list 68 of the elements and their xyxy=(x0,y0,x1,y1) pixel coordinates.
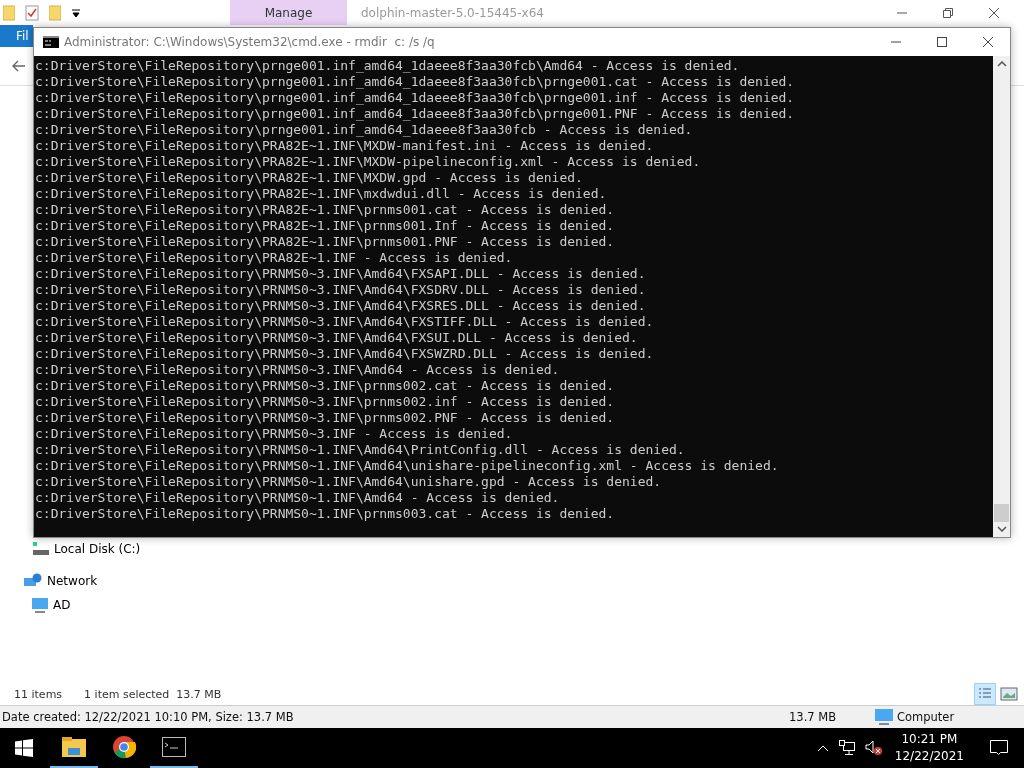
console-line: c:DriverStore\FileRepository\prnge001.inf_amd64_1daeee8f3aa30fcb\Amd64 - Access is denied. xyxy=(35,58,741,74)
scroll-up-icon[interactable] xyxy=(996,61,1007,67)
console-line: c:DriverStore\FileRepository\PRNMS0~3.INF - Access is denied. xyxy=(35,426,514,442)
start-icon[interactable] xyxy=(15,739,33,757)
restore-icon[interactable] xyxy=(942,6,954,19)
console-line: c:DriverStore\FileRepository\PRNMS0~1.INF\Amd64\PrintConfig.dll - Access is denied. xyxy=(35,442,686,458)
maximize-icon[interactable] xyxy=(936,36,948,48)
console-line: c:DriverStore\FileRepository\PRA82E~1.INF\mxdwdui.dll - Access is denied. xyxy=(35,186,608,202)
close-icon[interactable] xyxy=(982,36,994,48)
speaker-muted-icon[interactable] xyxy=(864,740,883,756)
nav-item[interactable]: Local Disk (C:) xyxy=(0,537,1024,561)
console-line: c:DriverStore\FileRepository\PRNMS0~3.INF\Amd64\FXSRES.DLL - Access is denied. xyxy=(35,298,647,314)
console-line: c:DriverStore\FileRepository\PRNMS0~3.INF\Amd64\FXSUI.DLL - Access is denied. xyxy=(35,330,639,346)
console-line: c:DriverStore\FileRepository\PRNMS0~3.INF\Amd64\FXSTIFF.DLL - Access is denied. xyxy=(35,314,655,330)
drive-icon xyxy=(33,542,49,556)
console-line: c:DriverStore\FileRepository\PRNMS0~3.INF\prnms002.PNF - Access is denied. xyxy=(35,410,616,426)
console-line: c:DriverStore\FileRepository\PRNMS0~1.INF\Amd64\unishare.gpd - Access is denied. xyxy=(35,474,663,490)
window-title: Administrator: C:\Windows\System32\cmd.exe - rmdir c: /s /q xyxy=(64,35,435,49)
item-count: 11 items xyxy=(14,687,63,701)
file-size: 13.7 MB xyxy=(789,710,838,724)
console-line: c:DriverStore\FileRepository\PRNMS0~1.INF\Amd64\unishare-pipelineconfig.xml - Access is denied. xyxy=(35,458,780,474)
window-title: dolphin-master-5.0-15445-x64 xyxy=(361,5,544,20)
computer-icon xyxy=(875,709,893,725)
manage-tab[interactable]: Manage xyxy=(230,0,347,25)
console-line: c:DriverStore\FileRepository\PRA82E~1.INF - Access is denied. xyxy=(35,250,514,266)
console-line: c:DriverStore\FileRepository\PRA82E~1.INF\MXDW.gpd - Access is denied. xyxy=(35,170,584,186)
dropdown-icon[interactable] xyxy=(71,7,81,18)
console-line: c:DriverStore\FileRepository\PRNMS0~3.INF\Amd64\FXSWZRD.DLL - Access is denied. xyxy=(35,346,655,362)
close-icon[interactable] xyxy=(988,6,1000,19)
scrollbar[interactable] xyxy=(993,56,1010,537)
console-line: c:DriverStore\FileRepository\prnge001.inf_amd64_1daeee8f3aa30fcb\prnge001.cat - Access is denied. xyxy=(35,74,796,90)
computer-icon xyxy=(32,597,48,613)
nav-item[interactable]: AD xyxy=(0,593,1024,617)
clock-time[interactable]: 10:21 PM xyxy=(901,731,958,748)
file-details: Date created: 12/22/2021 10:10 PM, Size: 13.7 MB xyxy=(1,710,295,724)
console-line: c:DriverStore\FileRepository\PRNMS0~3.INF\Amd64\FXSAPI.DLL - Access is denied. xyxy=(35,266,647,282)
browser-icon xyxy=(112,735,136,759)
zone-label: Computer xyxy=(897,710,955,724)
chevron-up-icon[interactable] xyxy=(816,744,829,752)
network-icon xyxy=(24,573,42,589)
large-icons-view-icon[interactable] xyxy=(1000,686,1018,702)
file-tab[interactable]: Fil xyxy=(0,25,33,47)
nav-item[interactable]: Network xyxy=(0,569,1024,593)
console-line: c:DriverStore\FileRepository\prnge001.inf_amd64_1daeee8f3aa30fcb\prnge001.inf - Access is denied. xyxy=(35,90,796,106)
console-line: c:DriverStore\FileRepository\PRA82E~1.INF\MXDW-pipelineconfig.xml - Access is denied. xyxy=(35,154,702,170)
console-line: c:DriverStore\FileRepository\prnge001.inf_amd64_1daeee8f3aa30fcb\prnge001.PNF - Access is denied. xyxy=(35,106,796,122)
console-line: c:DriverStore\FileRepository\PRA82E~1.INF\prnms001.Inf - Access is denied. xyxy=(35,218,616,234)
console-line: c:DriverStore\FileRepository\PRNMS0~3.INF\prnms002.cat - Access is denied. xyxy=(35,378,616,394)
console-icon xyxy=(43,36,59,48)
clock-date[interactable]: 12/22/2021 xyxy=(894,748,964,765)
back-arrow-icon[interactable] xyxy=(12,60,26,72)
notifications-icon[interactable] xyxy=(990,740,1008,756)
properties-icon[interactable] xyxy=(25,4,39,21)
console-icon xyxy=(162,737,186,757)
folder-icon xyxy=(62,737,86,757)
console-line: c:DriverStore\FileRepository\PRNMS0~3.INF\prnms002.inf - Access is denied. xyxy=(35,394,616,410)
scroll-down-icon[interactable] xyxy=(996,526,1007,532)
scroll-thumb[interactable] xyxy=(994,504,1009,522)
console-line: c:DriverStore\FileRepository\PRNMS0~3.INF\Amd64\FXSDRV.DLL - Access is denied. xyxy=(35,282,647,298)
console-line: c:DriverStore\FileRepository\prnge001.inf_amd64_1daeee8f3aa30fcb - Access is denied. xyxy=(35,122,694,138)
console-line: c:DriverStore\FileRepository\PRNMS0~3.INF\Amd64 - Access is denied. xyxy=(35,362,561,378)
console-line: c:DriverStore\FileRepository\PRNMS0~1.INF\Amd64 - Access is denied. xyxy=(35,490,561,506)
console-line: c:DriverStore\FileRepository\PRA82E~1.INF\prnms001.cat - Access is denied. xyxy=(35,202,616,218)
network-icon[interactable] xyxy=(838,740,855,756)
console-line: c:DriverStore\FileRepository\PRA82E~1.INF\MXDW-manifest.ini - Access is denied. xyxy=(35,138,655,154)
console-line: c:DriverStore\FileRepository\PRNMS0~1.INF\prnms003.cat - Access is denied. xyxy=(35,506,616,522)
console-line: c:DriverStore\FileRepository\PRA82E~1.INF\prnms001.PNF - Access is denied. xyxy=(35,234,616,250)
selection-info: 1 item selected 13.7 MB xyxy=(84,687,222,701)
